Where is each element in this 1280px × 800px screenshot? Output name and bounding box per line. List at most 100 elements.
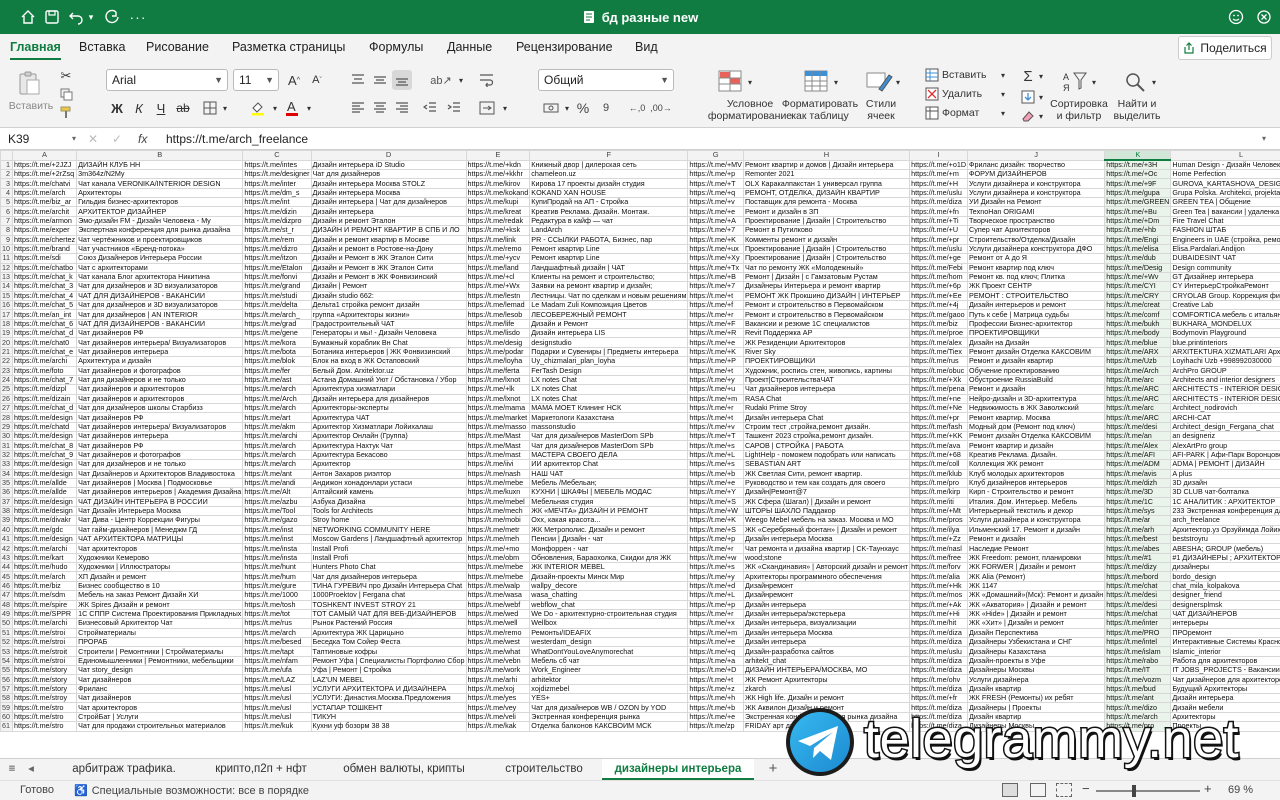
number-format-select[interactable]: Общий ▼ (538, 69, 674, 91)
cell[interactable]: https://t.me/designer (242, 168, 312, 180)
cell[interactable]: https://t.me/ava (909, 440, 969, 451)
cell[interactable]: https://t.me/hudo (11, 562, 78, 573)
cell[interactable]: arhitekt_chat (742, 655, 911, 667)
cell[interactable]: an designeriz (1170, 431, 1280, 442)
row-number[interactable]: 61 (0, 721, 13, 732)
cell[interactable]: Услуги дизайнера (967, 674, 1106, 685)
cell[interactable]: OLX Каракалпакстан 1 универсал группа (742, 178, 911, 189)
cell[interactable]: Чат Дизайнеров и Архитекторов Владивосто… (76, 468, 244, 479)
sheet-tab-active[interactable]: дизайнеры интерьера (602, 759, 754, 780)
cell[interactable]: https://t.me/arch (242, 459, 312, 470)
cell[interactable]: Проектирование | Дизайн | Строительство (742, 243, 911, 255)
cell[interactable]: Италия. Дом. Интерьер. Мебель (967, 496, 1106, 507)
zoom-level[interactable]: 69 % (1228, 784, 1253, 796)
font-name-select[interactable]: Arial ▼ (106, 69, 228, 91)
cell[interactable]: https://t.me/sys (1104, 505, 1172, 517)
cell[interactable]: https://t.me/vozm (1104, 674, 1172, 685)
cell[interactable]: Design community (1170, 262, 1280, 273)
cell[interactable]: https://t.me/islam (1104, 646, 1172, 657)
cell[interactable]: https://t.me/+s (687, 440, 744, 451)
cell[interactable]: ЖК «Акватория» | Дизайн и ремонт (967, 599, 1106, 610)
row-number[interactable]: 2 (0, 168, 13, 180)
cell[interactable]: Недвижимость в ЖК Заволжский (967, 402, 1106, 414)
cell[interactable]: https://t.me/mobi (465, 515, 531, 526)
cell[interactable]: Дизайнеры Узбекистана и СНГ (967, 636, 1106, 648)
cell[interactable]: https://t.me/+b (687, 702, 744, 713)
cell[interactable]: Elisa.Pardalari.Andijon (1170, 243, 1280, 255)
cell[interactable]: Охх, какая красота... (529, 515, 689, 526)
cell[interactable]: Эмо-дизайн FM - Дизайн Человека - My (76, 215, 244, 227)
cell[interactable]: Чат архитекторов (76, 543, 244, 554)
cell[interactable]: https://t.me/story (11, 665, 78, 676)
cell[interactable]: https://t.me/1C (1104, 496, 1172, 507)
cell[interactable]: Архитектура Нахтук Чат (310, 440, 467, 451)
cell[interactable]: https://t.me/iivi (465, 459, 531, 470)
row-number[interactable]: 22 (0, 356, 13, 367)
cell[interactable]: Услуги дизайнера и конструктора (967, 187, 1106, 199)
cell[interactable]: https://t.me/diza (909, 636, 969, 648)
cell[interactable]: Чат канала Блог архитектора Никитина (76, 271, 244, 283)
cell[interactable]: https://t.me/+2rZsq (11, 168, 78, 180)
chevron-down-icon[interactable]: ▾ (998, 105, 1008, 121)
cell[interactable]: https://t.me/SPPR (11, 608, 78, 620)
cell[interactable]: https://t.me/+Wx (465, 281, 531, 292)
cell[interactable]: https://t.me/besed (242, 636, 312, 648)
cell[interactable]: https://t.me/chat_4 (11, 290, 78, 302)
italic-icon[interactable]: К (130, 98, 148, 118)
cell[interactable]: https://t.me/+ksk (465, 225, 531, 236)
cell[interactable]: https://t.me/ARC (1104, 384, 1172, 395)
cell[interactable]: https://t.me/blue (1104, 337, 1172, 348)
cell[interactable]: Moscow Gardens | Ландшафтный архитектор (310, 533, 467, 545)
cell[interactable]: LX notes Chat (529, 384, 689, 395)
cell[interactable]: Ильменский 17. Ремонт и дизайн (967, 524, 1106, 536)
cell[interactable]: https://t.me/+9F (1104, 178, 1172, 189)
cell[interactable]: https://t.me/Alex (1104, 440, 1172, 451)
cell[interactable]: Астана Домашний Уют / Обстановка / Убор (310, 374, 467, 386)
zoom-in-icon[interactable]: + (1204, 781, 1214, 796)
cell[interactable]: Архитектура ЖК Царицыно (310, 627, 467, 638)
cell[interactable]: Обновления, Бараохолка, Скидки для ЖК (529, 552, 689, 564)
expand-formula-icon[interactable]: ▾ (1262, 130, 1276, 148)
cell[interactable]: https://t.me/ar (1104, 515, 1172, 526)
cell[interactable]: Чат для дизайнеров интерьера (310, 571, 467, 582)
cell[interactable]: https://t.me/hunt (242, 562, 312, 573)
cell[interactable]: https://t.me/+q (687, 646, 744, 657)
row-number[interactable]: 41 (0, 533, 13, 545)
cell[interactable]: https://t.me/walp (465, 580, 531, 592)
cell[interactable]: https://t.me/usl (242, 693, 312, 704)
cell[interactable]: https://t.me/fash (909, 421, 969, 433)
row-number[interactable]: 10 (0, 243, 13, 255)
cell[interactable]: https://t.me/abes (1104, 543, 1172, 554)
cell[interactable]: TOSHKENT INVEST STROY 21 (310, 599, 467, 610)
cell[interactable]: https://t.me/desi (1104, 599, 1172, 610)
cell[interactable]: РЕМОНТ ЖК Прокшино ДИЗАЙН | ИНТЕРЬЕР (742, 290, 911, 302)
cell[interactable]: https://t.me/an_int (11, 309, 78, 320)
cell[interactable]: ЛЕСОБЕРЕЖНЫЙ РЕМОНТ (529, 309, 689, 320)
cell[interactable]: Ремонт и дизайн (967, 533, 1106, 545)
cell[interactable]: Чат дизайнеров и фотографов (76, 365, 244, 376)
cell[interactable]: УСТАПАР ТОШКЕНТ (310, 702, 467, 713)
cell[interactable]: Чат участников «Бренд-потока» (76, 243, 244, 255)
cell[interactable]: КупиПродай на АП - Стройка (529, 197, 689, 208)
cell[interactable]: https://t.me/andi (242, 477, 312, 489)
cell[interactable]: ЧАТ АРХИТЕКТОРА МАТРИЦЫ (76, 533, 244, 545)
cell[interactable]: https://t.me/body (1104, 328, 1172, 339)
cell[interactable]: https://t.me/tapt (242, 646, 312, 657)
cell[interactable]: Дизайнремонт (742, 580, 911, 592)
cell[interactable]: https://t.me/+KK (909, 431, 969, 442)
cell[interactable]: https://t.me/AFI (1104, 449, 1172, 461)
cell[interactable]: Бизнесовый Архитектор Чат (76, 618, 244, 629)
cell[interactable]: Чат дизайнеров и фотографов (76, 449, 244, 461)
cell[interactable]: Чат ремонта и дизайна квартир | CK-Таунх… (742, 543, 911, 554)
cell[interactable]: Обучение проектированию (967, 365, 1106, 376)
cell[interactable]: Креатив Реклама. Дизайн. (967, 449, 1106, 461)
cell[interactable]: https://t.me/rem (242, 234, 312, 245)
cell[interactable]: https://t.me/+68 (909, 449, 969, 461)
delete-cells-label[interactable]: Удалить (942, 88, 982, 100)
cell[interactable]: ДИЗАЙН КЛУБ HH (76, 159, 244, 170)
cell[interactable]: https://t.me/3D (1104, 487, 1172, 498)
cell[interactable]: https://t.me/+r (687, 309, 744, 320)
column-header-l[interactable]: L (1170, 150, 1280, 161)
cell[interactable]: https://t.me/tot (242, 608, 312, 620)
cell[interactable]: Дизайн Перспектива (967, 627, 1106, 638)
